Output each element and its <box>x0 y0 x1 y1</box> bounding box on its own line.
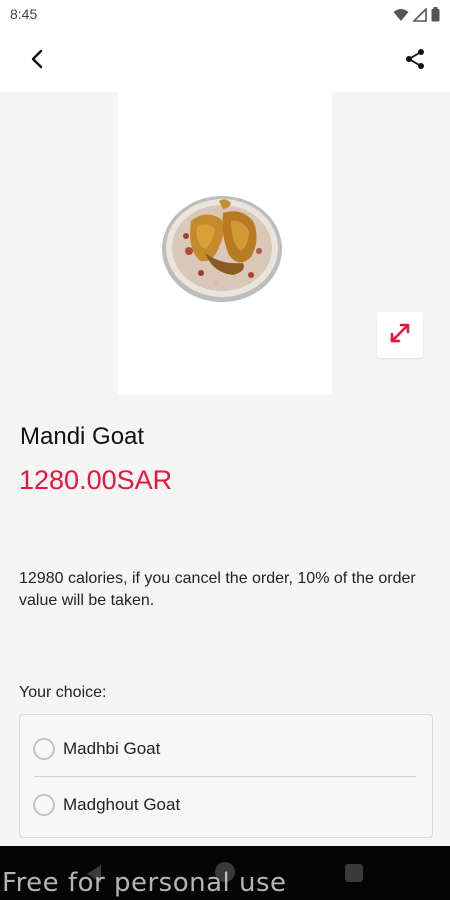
product-description: 12980 calories, if you cancel the order,… <box>19 570 416 609</box>
choice-heading: Your choice: <box>19 684 107 701</box>
option-label: Madghout Goat <box>63 794 181 814</box>
expand-image-button[interactable] <box>377 312 423 358</box>
app-bar <box>0 30 450 92</box>
food-plate-image <box>162 196 282 302</box>
product-price: 1280.00SAR <box>19 465 173 495</box>
nav-recents-icon[interactable] <box>345 864 363 882</box>
expand-icon <box>388 321 412 350</box>
product-image-area <box>0 92 450 394</box>
option-label: Madhbi Goat <box>63 738 161 758</box>
share-button[interactable] <box>400 46 430 76</box>
chevron-left-icon <box>30 49 44 74</box>
choice-options: Madhbi Goat Madghout Goat <box>19 714 433 838</box>
status-bar: 8:45 <box>0 0 450 30</box>
radio-button[interactable] <box>33 737 55 760</box>
option-madghout-goat[interactable]: Madghout Goat <box>20 777 432 832</box>
signal-icon <box>412 6 427 27</box>
radio-button[interactable] <box>33 793 55 816</box>
watermark-text: Free for personal use <box>2 868 287 898</box>
back-button[interactable] <box>22 46 52 76</box>
product-name: Mandi Goat <box>20 423 145 450</box>
product-image[interactable] <box>118 92 332 394</box>
battery-icon <box>431 7 440 27</box>
option-madhbi-goat[interactable]: Madhbi Goat <box>20 721 432 776</box>
status-time: 8:45 <box>10 6 38 22</box>
status-icons <box>393 6 440 27</box>
share-icon <box>403 47 427 76</box>
wifi-icon <box>393 8 409 27</box>
